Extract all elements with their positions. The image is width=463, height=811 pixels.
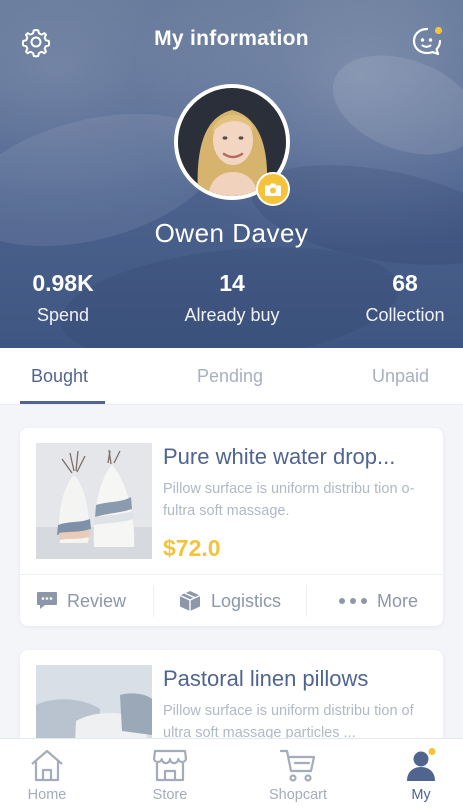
stat-already-buy[interactable]: 14 Already buy	[174, 270, 290, 326]
tab-pending[interactable]: Pending	[197, 366, 263, 387]
divider	[153, 585, 154, 617]
logistics-label: Logistics	[211, 590, 282, 611]
review-label: Review	[67, 590, 127, 611]
nav-label: Shopcart	[268, 787, 328, 803]
cart-icon	[279, 747, 317, 783]
stat-label: Already buy	[184, 305, 280, 325]
home-icon	[28, 747, 66, 783]
stat-label: Collection	[365, 305, 445, 325]
product-description: Pillow surface is uniform distribu tion …	[163, 481, 415, 519]
product-price: $72.0	[163, 535, 221, 561]
order-actions: Review Logistics More	[20, 574, 443, 626]
stat-value: 68	[392, 270, 418, 296]
user-name: Owen Davey	[154, 218, 309, 248]
nav-my[interactable]: My	[381, 739, 461, 811]
chat-bubble-icon[interactable]	[410, 24, 444, 58]
stat-label: Spend	[36, 305, 90, 325]
stat-value: 14	[219, 270, 245, 296]
camera-icon[interactable]	[256, 172, 290, 206]
comment-icon	[37, 592, 57, 609]
stat-value: 0.98K	[32, 270, 94, 296]
nav-home[interactable]: Home	[7, 739, 87, 811]
product-title[interactable]: Pure white water drop...	[163, 444, 431, 470]
user-icon	[402, 747, 440, 783]
more-label: More	[377, 590, 419, 611]
order-tabs: Bought Pending Unpaid	[0, 348, 463, 405]
stat-spend[interactable]: 0.98K Spend	[20, 270, 106, 326]
order-card[interactable]: Pure white water drop... Pillow surface …	[20, 428, 443, 626]
nav-label: Home	[27, 787, 67, 803]
nav-store[interactable]: Store	[130, 739, 210, 811]
store-icon	[151, 747, 189, 783]
page-title: My information	[154, 27, 309, 50]
logistics-button[interactable]: Logistics	[178, 575, 281, 627]
more-dots-icon	[339, 598, 367, 604]
review-button[interactable]: Review	[36, 575, 126, 627]
nav-shopcart[interactable]: Shopcart	[258, 739, 338, 811]
box-icon	[179, 591, 201, 611]
stat-collection[interactable]: 68 Collection	[355, 270, 455, 326]
product-image	[36, 443, 152, 559]
more-button[interactable]: More	[338, 575, 418, 627]
profile-header: My information Owen Davey 0.98K Spend 14…	[0, 0, 463, 348]
active-tab-indicator	[20, 401, 105, 404]
nav-label: My	[411, 787, 431, 803]
bottom-navigation: Home Store Shopcart My	[0, 738, 463, 811]
divider	[306, 585, 307, 617]
product-title[interactable]: Pastoral linen pillows	[163, 666, 431, 692]
nav-label: Store	[152, 787, 188, 803]
tab-bought[interactable]: Bought	[31, 366, 88, 387]
tab-unpaid[interactable]: Unpaid	[372, 366, 429, 387]
